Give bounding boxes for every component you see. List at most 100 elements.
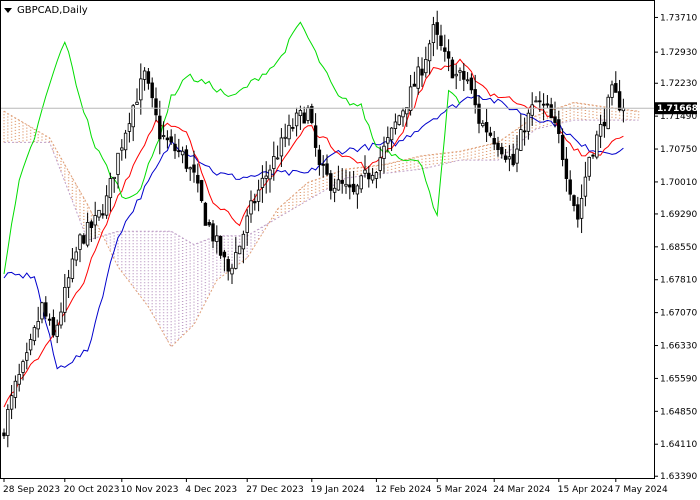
candle (28, 333, 33, 356)
candle (439, 24, 443, 51)
x-tick-label: 7 May 2024 (615, 485, 668, 495)
candles (2, 10, 626, 448)
candle (401, 107, 405, 127)
ichimoku-lines (3, 21, 624, 408)
x-tick-label: 19 Jan 2024 (311, 485, 365, 495)
candle (348, 171, 352, 200)
candle (184, 145, 189, 173)
candle (150, 77, 154, 108)
candle (180, 146, 185, 164)
candle (557, 110, 561, 144)
candle (260, 165, 265, 203)
candle (226, 256, 230, 281)
candle (507, 145, 512, 172)
candle (488, 126, 493, 138)
candle (332, 178, 337, 203)
y-tick-label: 1.70750 (660, 145, 697, 155)
candle (104, 185, 109, 219)
candle (568, 170, 572, 201)
y-tick-label: 1.67070 (660, 309, 697, 319)
candle (492, 131, 496, 150)
candle (222, 249, 227, 272)
y-tick-label: 1.68550 (660, 243, 697, 253)
candle (477, 95, 481, 134)
candle (340, 168, 344, 194)
candle (268, 164, 272, 193)
candle (576, 196, 580, 228)
candle (503, 149, 508, 163)
x-tick-label: 27 Dec 2023 (246, 485, 304, 495)
y-tick-label: 1.72230 (660, 79, 697, 89)
candle (374, 171, 379, 189)
candle (230, 264, 234, 285)
candle (2, 428, 6, 440)
chart-header: GBPCAD,Daily (4, 5, 88, 16)
senkou-span-a (3, 101, 639, 348)
candle (142, 67, 147, 91)
candle (264, 161, 268, 194)
candle (89, 219, 94, 242)
candle (344, 170, 348, 194)
candle (606, 94, 610, 130)
y-tick-label: 1.64850 (660, 407, 697, 417)
plot-frame (0, 0, 655, 479)
candle (82, 233, 86, 245)
candle (101, 204, 105, 219)
candle (583, 161, 588, 207)
y-tick-label: 1.64110 (660, 440, 697, 450)
candle (595, 130, 599, 160)
chart-title: GBPCAD,Daily (17, 5, 88, 16)
candle (317, 144, 322, 176)
candle (393, 113, 398, 135)
candle (245, 209, 249, 246)
y-tick-label: 1.63390 (660, 472, 697, 482)
candle (85, 212, 90, 248)
candle (541, 93, 546, 121)
candle (450, 56, 455, 79)
candle (9, 385, 14, 420)
current-price-tag: 1.71668 (655, 102, 698, 115)
candle (74, 246, 78, 267)
candle (397, 114, 401, 126)
candle (355, 183, 360, 209)
candle (313, 113, 318, 157)
candle (522, 117, 527, 146)
candle (443, 34, 447, 62)
candle (275, 145, 280, 160)
candle (416, 56, 420, 95)
candle (207, 219, 211, 228)
candle (25, 342, 29, 370)
candle (435, 10, 439, 50)
candle (123, 129, 128, 159)
y-tick-label: 1.69290 (660, 210, 697, 220)
candle (469, 73, 474, 94)
candle (203, 201, 208, 226)
dropdown-triangle-icon[interactable] (4, 8, 12, 13)
candle (302, 106, 306, 124)
candle (591, 153, 595, 159)
x-tick-label: 24 Mar 2024 (493, 485, 550, 495)
y-tick-label: 1.67810 (660, 276, 697, 286)
candle (294, 107, 299, 137)
candle (139, 63, 143, 115)
candle (154, 87, 158, 122)
candle (59, 302, 63, 329)
candle (237, 245, 242, 255)
candle (500, 143, 504, 159)
candle (6, 404, 10, 448)
price-axis: 1.737101.729301.722301.714901.707501.700… (654, 13, 697, 482)
candle (36, 306, 40, 338)
candle (291, 118, 295, 132)
x-tick-label: 12 Feb 2024 (375, 485, 431, 495)
candle (329, 170, 333, 200)
candle (40, 301, 44, 324)
candle (420, 57, 424, 87)
ichimoku-chart: 1.737101.729301.722301.714901.707501.700… (0, 0, 698, 495)
candle (336, 165, 341, 191)
candle (158, 100, 162, 155)
candle (602, 108, 607, 138)
tenkan-sen-line (3, 58, 624, 408)
senkou-span-b (4, 119, 639, 246)
candle (610, 80, 614, 106)
candle (321, 155, 325, 178)
